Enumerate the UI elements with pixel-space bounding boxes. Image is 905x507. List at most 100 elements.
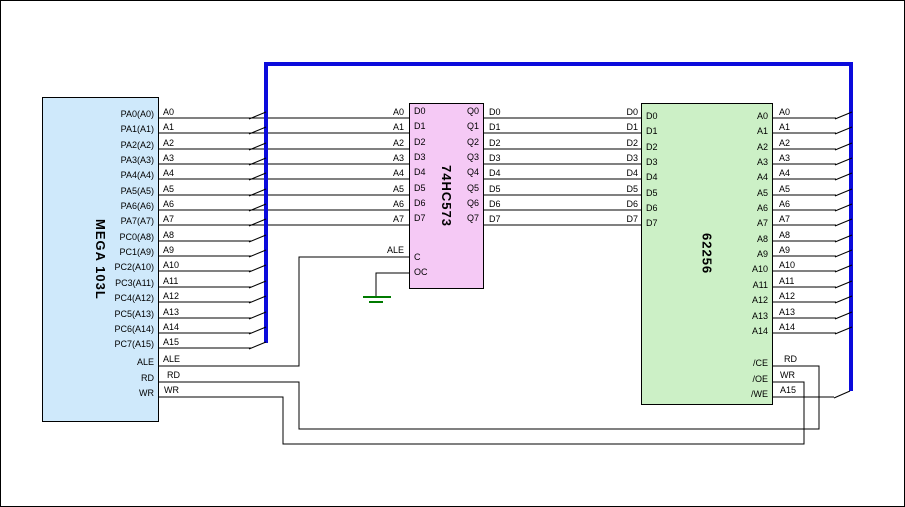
latch-pin-d6: D6	[414, 198, 426, 208]
ram-pin-d0: D0	[646, 111, 658, 121]
net-label-d6: D6	[626, 199, 638, 209]
net-label-a3: A3	[779, 153, 790, 163]
mcu-pin-pa1a1: PA1(A1)	[121, 124, 154, 134]
net-label-a7: A7	[163, 214, 174, 224]
mcu-pin-pa3a3: PA3(A3)	[121, 155, 154, 165]
ram-pin-a5: A5	[757, 188, 768, 198]
wire-oc-gnd-net	[376, 273, 409, 297]
ram-pin-d3: D3	[646, 157, 658, 167]
ram-pin-a13: A13	[752, 311, 768, 321]
ram-pin-d5: D5	[646, 188, 658, 198]
net-label-a4: A4	[779, 168, 790, 178]
net-label-d7: D7	[489, 214, 501, 224]
net-label-a2: A2	[779, 138, 790, 148]
net-label-a6: A6	[779, 199, 790, 209]
net-label-d2: D2	[489, 138, 501, 148]
net-label-a11: A11	[779, 276, 794, 286]
latch-pin-q3: Q3	[467, 152, 479, 162]
mcu-pin-pa6a6: PA6(A6)	[121, 201, 154, 211]
mcu-pin-pc1a9: PC1(A9)	[119, 247, 154, 257]
net-label-a1: A1	[163, 122, 174, 132]
net-label-a10: A10	[779, 260, 795, 270]
ram-pin-d4: D4	[646, 172, 658, 182]
bus-entry-slash	[249, 265, 266, 272]
net-label-d7: D7	[626, 214, 638, 224]
ram-pin-oe: /OE	[752, 374, 768, 384]
ram-pin-a7: A7	[757, 218, 768, 228]
latch-pin-d1: D1	[414, 121, 426, 131]
ram-pin-a0: A0	[757, 111, 768, 121]
latch-pin-q0: Q0	[467, 106, 479, 116]
net-label-a7: A7	[779, 214, 790, 224]
ram-pin-a2: A2	[757, 142, 768, 152]
ram-pin-a9: A9	[757, 249, 768, 259]
net-label-ale: ALE	[387, 245, 404, 255]
mcu-pin-pa7a7: PA7(A7)	[121, 216, 154, 226]
mcu-pin-pc5a13: PC5(A13)	[114, 309, 154, 319]
latch-pin-q2: Q2	[467, 137, 479, 147]
net-label-d1: D1	[626, 122, 638, 132]
net-label-a5: A5	[393, 184, 404, 194]
net-label-d6: D6	[489, 199, 501, 209]
net-label-a7: A7	[393, 214, 404, 224]
latch-pin-q1: Q1	[467, 121, 479, 131]
net-label-a1: A1	[779, 122, 790, 132]
net-label-a10: A10	[163, 260, 179, 270]
net-label-a2: A2	[393, 138, 404, 148]
mcu-pin-pa5a5: PA5(A5)	[121, 186, 154, 196]
net-label-rd: RD	[167, 370, 180, 380]
bus-entry-slash	[249, 327, 266, 334]
latch-pin-d7: D7	[414, 213, 426, 223]
ram-pin-a11: A11	[753, 280, 768, 290]
bus-entry-slash	[249, 342, 266, 349]
net-label-a14: A14	[163, 322, 179, 332]
net-label-a8: A8	[163, 230, 174, 240]
latch-pin-q7: Q7	[467, 213, 479, 223]
bus-entry-slash	[834, 391, 850, 398]
latch-pin-q6: Q6	[467, 198, 479, 208]
net-label-a1: A1	[393, 122, 404, 132]
net-label-a6: A6	[163, 199, 174, 209]
net-label-a12: A12	[163, 291, 179, 301]
net-label-a9: A9	[779, 245, 790, 255]
net-label-a8: A8	[779, 230, 790, 240]
net-label-d1: D1	[489, 122, 501, 132]
net-label-a5: A5	[779, 184, 790, 194]
ram-pin-d2: D2	[646, 142, 658, 152]
net-label-a14: A14	[779, 322, 795, 332]
net-label-d5: D5	[489, 184, 501, 194]
net-label-d2: D2	[626, 138, 638, 148]
ram-pin-a1: A1	[757, 126, 768, 136]
bus-entry-slash	[249, 296, 266, 303]
bus-entry-slash	[249, 281, 266, 288]
net-label-a15: A15	[163, 337, 179, 347]
net-label-wr: WR	[164, 385, 179, 395]
mcu-pin-rd: RD	[141, 373, 154, 383]
schematic-canvas: MEGA 103LPA0(A0)PA1(A1)PA2(A2)PA3(A3)PA4…	[0, 0, 905, 507]
net-label-d0: D0	[626, 107, 638, 117]
ram-pin-d6: D6	[646, 203, 658, 213]
net-label-d3: D3	[489, 153, 501, 163]
net-label-wr: WR	[780, 370, 795, 380]
ram-pin-a8: A8	[757, 234, 768, 244]
bus-entry-slash	[249, 312, 266, 319]
latch-pin-q5: Q5	[467, 183, 479, 193]
mcu-pin-pc2a10: PC2(A10)	[114, 262, 154, 272]
net-label-d5: D5	[626, 184, 638, 194]
latch-pin-d0: D0	[414, 106, 426, 116]
ram-pin-a3: A3	[757, 157, 768, 167]
latch-pin-d5: D5	[414, 183, 426, 193]
net-label-a6: A6	[393, 199, 404, 209]
mcu-pin-pc3a11: PC3(A11)	[115, 278, 154, 288]
latch-pin-d3: D3	[414, 152, 426, 162]
bus-entry-slash	[249, 250, 266, 257]
mcu-pin-pc7a15: PC7(A15)	[114, 339, 154, 349]
net-label-d0: D0	[489, 107, 501, 117]
latch-pin-oc: OC	[414, 267, 428, 277]
ram-pin-a14: A14	[752, 326, 768, 336]
net-label-a13: A13	[163, 307, 179, 317]
net-label-a13: A13	[779, 307, 795, 317]
net-label-a4: A4	[163, 168, 174, 178]
wire-ale-net	[159, 257, 409, 366]
net-label-d3: D3	[626, 153, 638, 163]
